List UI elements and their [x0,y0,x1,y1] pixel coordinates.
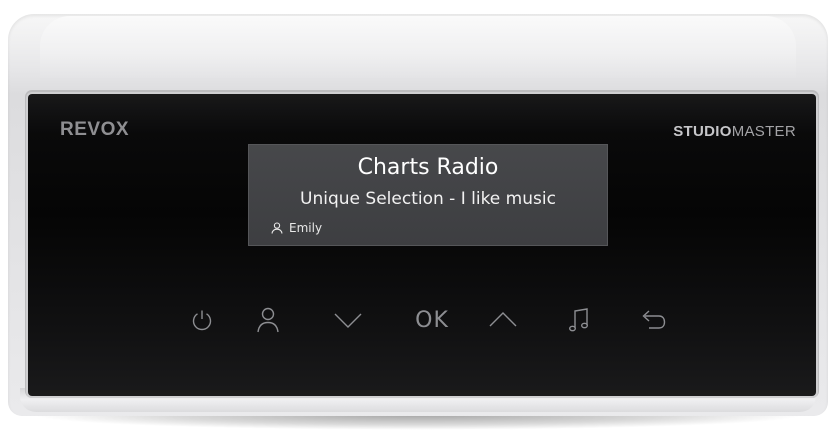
device-top-panel [40,16,796,78]
brand-logo: REVOX [60,119,130,140]
user-button[interactable] [248,300,288,340]
back-button[interactable] [633,300,673,340]
chevron-up-icon [488,310,518,330]
power-icon [189,307,215,333]
music-note-icon [568,307,590,333]
up-button[interactable] [483,300,523,340]
back-icon [639,308,667,332]
user-icon [271,222,283,234]
chevron-down-icon [333,310,363,330]
ok-button-label: OK [415,307,449,333]
model-name-light: MASTER [731,123,796,140]
current-user-name: Emily [289,221,323,235]
power-button[interactable] [182,300,222,340]
station-subtitle: Unique Selection - I like music [300,189,556,209]
product-photo: REVOX STUDIOMASTER Charts Radio Unique S… [0,0,836,436]
station-title: Charts Radio [357,155,499,180]
user-icon [255,306,281,334]
model-name: STUDIOMASTER [673,123,796,140]
model-name-bold: STUDIO [673,123,732,140]
front-display: Charts Radio Unique Selection - I like m… [248,144,608,246]
current-user: Emily [271,221,322,235]
touch-controls: OK [178,300,678,340]
music-button[interactable] [559,300,599,340]
ok-button[interactable]: OK [404,300,460,340]
down-button[interactable] [328,300,368,340]
